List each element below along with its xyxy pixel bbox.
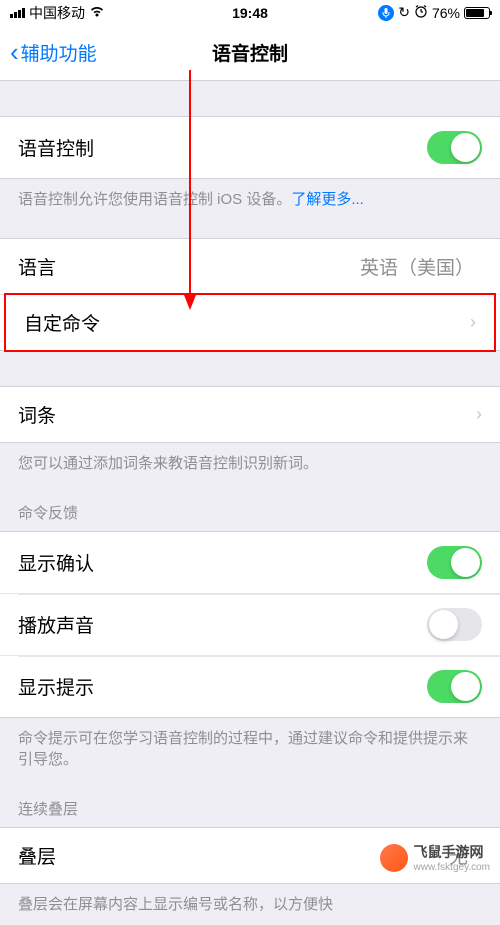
overlay-label: 叠层 <box>18 842 56 869</box>
play-sound-cell: 播放声音 <box>0 594 500 656</box>
show-confirm-cell: 显示确认 <box>0 532 500 594</box>
overlay-footer: 叠层会在屏幕内容上显示编号或名称，以方便快 <box>0 884 500 925</box>
custom-commands-cell[interactable]: 自定命令 › <box>6 295 494 350</box>
battery-icon <box>464 7 490 19</box>
play-sound-toggle[interactable] <box>427 608 482 641</box>
wifi-icon <box>89 5 105 21</box>
show-hints-label: 显示提示 <box>18 673 94 700</box>
nav-bar: ‹ 辅助功能 语音控制 <box>0 25 500 81</box>
back-button[interactable]: ‹ 辅助功能 <box>10 37 97 68</box>
chevron-right-icon: › <box>470 312 476 333</box>
learn-more-link[interactable]: 了解更多... <box>291 191 364 208</box>
watermark-logo-icon <box>380 844 408 872</box>
voice-control-cell: 语音控制 <box>0 116 500 179</box>
watermark-title: 飞鼠手游网 <box>414 842 491 862</box>
carrier-label: 中国移动 <box>29 3 85 23</box>
language-label: 语言 <box>18 253 56 280</box>
watermark-url: www.fsktgey.com <box>414 862 491 873</box>
page-title: 语音控制 <box>212 39 288 66</box>
voice-control-indicator-icon <box>378 5 394 21</box>
voice-control-label: 语音控制 <box>18 134 94 161</box>
battery-pct: 76% <box>432 5 460 21</box>
status-time: 19:48 <box>232 5 268 21</box>
status-right: ↻ 76% <box>378 4 490 21</box>
feedback-header: 命令反馈 <box>0 484 500 531</box>
alarm-icon <box>414 4 428 21</box>
vocabulary-footer: 您可以通过添加词条来教语音控制识别新词。 <box>0 443 500 484</box>
language-cell[interactable]: 语言 英语（美国） <box>0 239 500 295</box>
show-hints-toggle[interactable] <box>427 670 482 703</box>
back-chevron-icon: ‹ <box>10 37 19 68</box>
status-bar: 中国移动 19:48 ↻ 76% <box>0 0 500 25</box>
chevron-right-icon: › <box>476 404 482 425</box>
language-value: 英语（美国） <box>360 253 474 280</box>
status-left: 中国移动 <box>10 3 105 23</box>
vocabulary-label: 词条 <box>18 401 56 428</box>
show-hints-cell: 显示提示 <box>0 656 500 717</box>
orientation-lock-icon: ↻ <box>398 4 410 21</box>
custom-commands-label: 自定命令 <box>24 309 100 336</box>
vocabulary-cell[interactable]: 词条 › <box>0 386 500 443</box>
play-sound-label: 播放声音 <box>18 611 94 638</box>
voice-control-footer: 语音控制允许您使用语音控制 iOS 设备。了解更多... <box>0 179 500 220</box>
show-confirm-toggle[interactable] <box>427 546 482 579</box>
back-label: 辅助功能 <box>21 39 97 66</box>
feedback-footer: 命令提示可在您学习语音控制的过程中，通过建议命令和提供提示来引导您。 <box>0 718 500 780</box>
overlay-header: 连续叠层 <box>0 780 500 827</box>
watermark: 飞鼠手游网 www.fsktgey.com <box>380 842 491 873</box>
voice-control-toggle[interactable] <box>427 131 482 164</box>
signal-icon <box>10 8 25 18</box>
show-confirm-label: 显示确认 <box>18 549 94 576</box>
